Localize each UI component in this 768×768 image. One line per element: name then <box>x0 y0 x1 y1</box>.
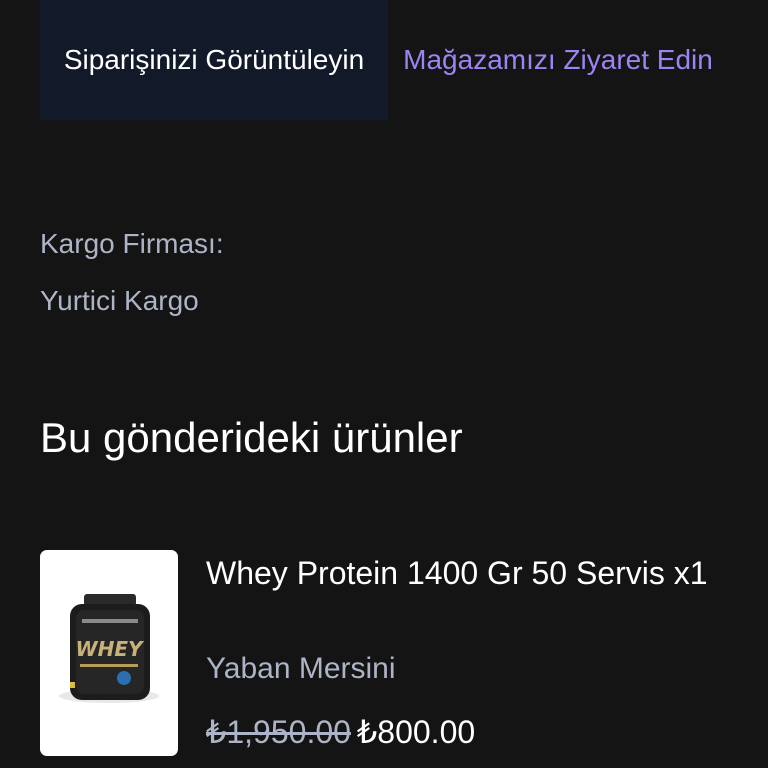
visit-store-link[interactable]: Mağazamızı Ziyaret Edin <box>388 0 728 120</box>
current-price: ₺800.00 <box>356 714 476 750</box>
view-order-label: Siparişinizi Görüntüleyin <box>63 44 365 75</box>
product-image[interactable]: WHEY <box>40 550 178 756</box>
price-row: ₺1,950.00 ₺800.00 <box>206 713 475 751</box>
tub-label: WHEY <box>76 637 145 661</box>
visit-store-label: Mağazamızı Ziyaret Edin <box>403 44 713 75</box>
product-name: Whey Protein 1400 Gr 50 Servis x1 <box>206 555 708 591</box>
view-order-button[interactable]: Siparişinizi Görüntüleyin <box>40 0 388 120</box>
product-variant: Yaban Mersini <box>206 652 396 685</box>
protein-tub-icon: WHEY <box>59 594 159 703</box>
carrier-value: Yurtici Kargo <box>40 285 199 316</box>
carrier-label: Kargo Firması: <box>40 228 224 259</box>
section-title: Bu gönderideki ürünler <box>40 414 463 461</box>
old-price: ₺1,950.00 <box>206 714 351 750</box>
